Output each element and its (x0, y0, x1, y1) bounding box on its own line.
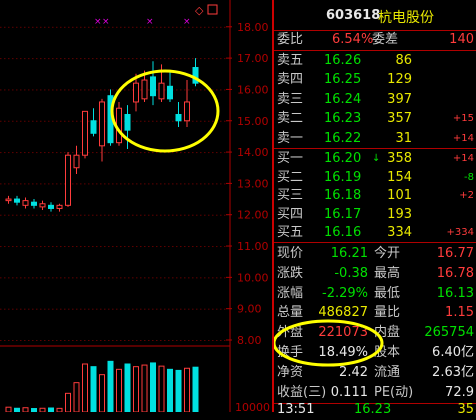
top-markers: × × × × (94, 17, 191, 27)
volume-bar (107, 360, 114, 412)
volume-bars (5, 360, 199, 412)
kline-chart[interactable]: 18.00 17.00 16.00 15.00 14.00 13.00 12.00 11.00… (0, 0, 272, 412)
candle[interactable] (65, 152, 71, 207)
price-tick-label: 14.00 (237, 146, 269, 159)
volume-bar (90, 366, 97, 412)
candle[interactable] (5, 195, 12, 204)
signal-mark-icon: × (94, 17, 102, 27)
candle[interactable] (150, 61, 156, 106)
price-axis: 18.00 17.00 16.00 15.00 14.00 13.00 12.00 11.00… (235, 21, 270, 412)
volume-bar (150, 362, 156, 412)
chart-grid (0, 0, 232, 412)
volume-tick-label: 10000 (235, 401, 270, 412)
candle[interactable] (124, 105, 131, 149)
volume-bar (124, 363, 131, 412)
volume-bar (175, 369, 182, 412)
candle[interactable] (31, 199, 37, 209)
volume-bar (39, 407, 46, 412)
signal-mark-icon: × (102, 17, 110, 27)
volume-bar (99, 374, 105, 412)
signal-mark-icon: × (146, 17, 154, 27)
volume-bar (141, 364, 148, 412)
candles (5, 58, 199, 212)
highlight-circle-panel (274, 319, 384, 367)
candle[interactable] (82, 110, 88, 159)
volume-bar (167, 368, 173, 412)
volume-bar (14, 407, 20, 412)
volume-bar (184, 367, 190, 412)
candle[interactable] (14, 195, 20, 206)
candle[interactable] (22, 197, 29, 209)
volume-bar (116, 368, 122, 412)
candle[interactable] (167, 70, 173, 102)
volume-bar (158, 365, 165, 412)
volume-bar (192, 366, 199, 412)
candle[interactable] (56, 203, 63, 212)
price-tick-label: 16.00 (237, 83, 269, 96)
corner-box-icon[interactable] (207, 4, 218, 15)
candle[interactable] (48, 202, 54, 212)
volume-bar (82, 363, 88, 412)
price-tick-label: 12.00 (237, 209, 269, 222)
volume-bar (22, 407, 29, 412)
candle[interactable] (184, 80, 190, 128)
volume-bar (56, 407, 63, 412)
volume-bar (65, 392, 71, 412)
price-tick-label: 17.00 (237, 52, 269, 65)
candle[interactable] (175, 101, 182, 128)
price-tick-label: 8.00 (237, 334, 262, 347)
volume-bar (133, 366, 139, 412)
volume-bar (31, 408, 37, 412)
candle[interactable] (116, 101, 122, 146)
diamond-icon[interactable]: ◇ (195, 4, 204, 17)
price-tick-label: 10.00 (237, 271, 269, 284)
signal-mark-icon: × (183, 17, 191, 27)
candle[interactable] (39, 200, 46, 211)
price-tick-label: 11.00 (237, 240, 269, 253)
price-tick-label: 9.00 (237, 303, 262, 316)
volume-bar (5, 406, 12, 412)
volume-bar (73, 382, 80, 412)
price-tick-label: 18.00 (237, 21, 269, 34)
volume-bar (48, 407, 54, 412)
candle[interactable] (73, 145, 80, 174)
candle[interactable] (192, 58, 199, 87)
candle[interactable] (90, 108, 97, 137)
quote-panel: 603618 杭电股份 委比 6.54% 委差 140 卖五 16.26 86 卖四 1… (272, 0, 476, 417)
price-tick-label: 15.00 (237, 115, 269, 128)
price-tick-label: 13.00 (237, 177, 269, 190)
